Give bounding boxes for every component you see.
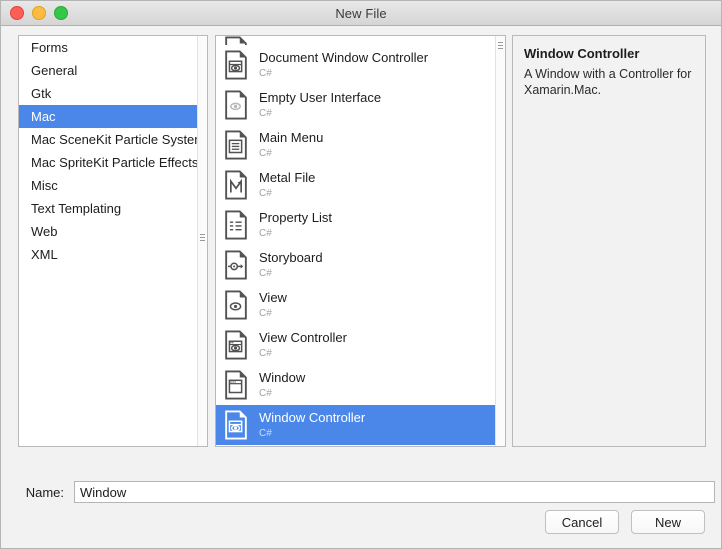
template-item-label: Metal File xyxy=(259,169,316,185)
template-item-texts: Metal File C# xyxy=(259,169,316,200)
templates-scrollbar[interactable] xyxy=(495,36,505,446)
minimize-button[interactable] xyxy=(32,6,46,20)
template-item[interactable]: Storyboard C# xyxy=(216,245,505,285)
template-item[interactable]: View Controller C# xyxy=(216,325,505,365)
category-item[interactable]: General xyxy=(19,59,207,82)
category-item[interactable]: Mac SpriteKit Particle Effects xyxy=(19,151,207,174)
cancel-button[interactable]: Cancel xyxy=(545,510,619,534)
categories-pane: Forms General Gtk Mac Mac SceneKit Particle … xyxy=(18,35,208,447)
template-item[interactable]: Main Menu C# xyxy=(216,125,505,165)
main-menu-icon xyxy=(223,130,259,160)
template-item-texts: Window C# xyxy=(259,369,306,400)
template-item-label: Window xyxy=(259,369,306,385)
close-button[interactable] xyxy=(10,6,24,20)
template-item-label: Property List xyxy=(259,209,332,225)
new-file-dialog-window: New File Forms General Gtk Mac Mac SceneKit … xyxy=(0,0,722,549)
category-item[interactable]: Mac SceneKit Particle Systems xyxy=(19,128,207,151)
template-item[interactable]: Window Controller C# xyxy=(216,405,505,445)
template-item-label: Empty User Interface xyxy=(259,89,382,105)
template-item-label: Storyboard xyxy=(259,249,323,265)
name-row: Name: xyxy=(1,478,721,506)
category-item[interactable]: Mac xyxy=(19,105,207,128)
template-item-texts: Window Controller C# xyxy=(259,409,366,440)
template-item-label: View Controller xyxy=(259,329,347,345)
categories-list[interactable]: Forms General Gtk Mac Mac SceneKit Particle … xyxy=(19,36,207,446)
view-icon xyxy=(223,290,259,320)
template-item-language: C# xyxy=(259,308,272,320)
template-item[interactable]: Document Window Controller C# xyxy=(216,45,505,85)
templates-scrollbar-grip[interactable] xyxy=(498,42,503,50)
details-title: Window Controller xyxy=(524,46,640,61)
template-item-label: Window Controller xyxy=(259,409,366,425)
template-item-language: C# xyxy=(259,148,272,160)
template-item-language: C# xyxy=(259,68,272,80)
category-item[interactable]: Text Templating xyxy=(19,197,207,220)
template-item[interactable]: Property List C# xyxy=(216,205,505,245)
document-window-controller-icon xyxy=(223,36,259,45)
details-description: A Window with a Controller for Xamarin.M… xyxy=(524,67,692,97)
template-item-language: C# xyxy=(259,428,272,440)
window-controller-icon xyxy=(223,410,259,440)
metal-file-icon xyxy=(223,170,259,200)
template-item[interactable]: Metal File C# xyxy=(216,165,505,205)
template-item[interactable]: Window C# xyxy=(216,365,505,405)
dialog-buttons: Cancel New xyxy=(545,510,705,534)
categories-scrollbar-grip[interactable] xyxy=(200,234,205,242)
details-pane: Window Controller A Window with a Contro… xyxy=(512,35,706,447)
template-item-language: C# xyxy=(259,388,272,400)
traffic-lights xyxy=(10,6,68,20)
category-item[interactable]: Gtk xyxy=(19,82,207,105)
maximize-button[interactable] xyxy=(54,6,68,20)
templates-pane: Document Window Controller C# Empty User I… xyxy=(215,35,506,447)
template-item-texts: Storyboard C# xyxy=(259,249,323,280)
template-item[interactable]: View C# xyxy=(216,285,505,325)
template-item-label: Main Menu xyxy=(259,129,324,145)
category-item[interactable]: Forms xyxy=(19,36,207,59)
category-item[interactable]: Misc xyxy=(19,174,207,197)
template-item-label: View xyxy=(259,289,287,305)
template-item-texts: View C# xyxy=(259,289,287,320)
empty-user-interface-icon xyxy=(223,90,259,120)
dialog-body: Forms General Gtk Mac Mac SceneKit Particle … xyxy=(1,26,721,548)
category-item[interactable]: XML xyxy=(19,243,207,266)
category-item[interactable]: Web xyxy=(19,220,207,243)
details-content: Window Controller A Window with a Contro… xyxy=(513,36,705,98)
panes-container: Forms General Gtk Mac Mac SceneKit Particle … xyxy=(1,26,721,447)
name-label: Name: xyxy=(25,484,64,500)
template-item[interactable] xyxy=(216,36,505,45)
template-item-texts: Property List C# xyxy=(259,209,332,240)
property-list-icon xyxy=(223,210,259,240)
categories-scrollbar[interactable] xyxy=(197,36,207,446)
new-button[interactable]: New xyxy=(631,510,705,534)
template-item-language: C# xyxy=(259,348,272,360)
template-item-language: C# xyxy=(259,188,272,200)
template-item-label: Document Window Controller xyxy=(259,49,429,65)
view-controller-icon xyxy=(223,330,259,360)
storyboard-icon xyxy=(223,250,259,280)
template-item-language: C# xyxy=(259,108,272,120)
template-item[interactable]: Empty User Interface C# xyxy=(216,85,505,125)
document-window-controller-icon xyxy=(223,50,259,80)
window-title: New File xyxy=(335,5,387,21)
template-item-language: C# xyxy=(259,228,272,240)
template-item-texts: View Controller C# xyxy=(259,329,347,360)
template-item-texts: Main Menu C# xyxy=(259,129,324,160)
templates-list[interactable]: Document Window Controller C# Empty User I… xyxy=(216,36,505,446)
template-item-texts: Document Window Controller C# xyxy=(259,49,429,80)
window-icon xyxy=(223,370,259,400)
titlebar: New File xyxy=(1,1,721,26)
template-item-texts: Empty User Interface C# xyxy=(259,89,382,120)
template-item-language: C# xyxy=(259,268,272,280)
name-input[interactable] xyxy=(74,481,715,503)
